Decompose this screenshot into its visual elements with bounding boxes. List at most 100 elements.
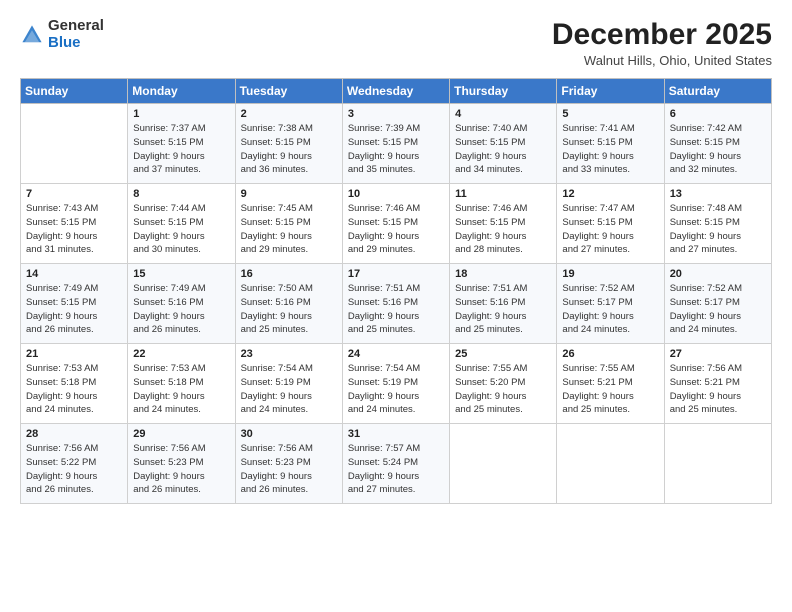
day-number: 21	[26, 348, 122, 360]
day-number: 30	[241, 428, 337, 440]
day-detail: Sunrise: 7:40 AMSunset: 5:15 PMDaylight:…	[455, 122, 551, 177]
calendar-cell: 9 Sunrise: 7:45 AMSunset: 5:15 PMDaylight…	[235, 184, 342, 264]
calendar-cell	[21, 104, 128, 184]
day-detail: Sunrise: 7:51 AMSunset: 5:16 PMDaylight:…	[455, 282, 551, 337]
calendar-cell: 1 Sunrise: 7:37 AMSunset: 5:15 PMDaylight…	[128, 104, 235, 184]
day-detail: Sunrise: 7:56 AMSunset: 5:23 PMDaylight:…	[133, 442, 229, 497]
calendar-cell: 30 Sunrise: 7:56 AMSunset: 5:23 PMDayligh…	[235, 424, 342, 504]
day-detail: Sunrise: 7:46 AMSunset: 5:15 PMDaylight:…	[455, 202, 551, 257]
calendar-page: General Blue December 2025 Walnut Hills,…	[0, 0, 792, 612]
logo: General Blue	[20, 18, 104, 51]
weekday-header-sunday: Sunday	[21, 79, 128, 104]
day-detail: Sunrise: 7:56 AMSunset: 5:21 PMDaylight:…	[670, 362, 766, 417]
day-number: 7	[26, 188, 122, 200]
day-detail: Sunrise: 7:42 AMSunset: 5:15 PMDaylight:…	[670, 122, 766, 177]
weekday-header-tuesday: Tuesday	[235, 79, 342, 104]
day-detail: Sunrise: 7:37 AMSunset: 5:15 PMDaylight:…	[133, 122, 229, 177]
day-detail: Sunrise: 7:56 AMSunset: 5:23 PMDaylight:…	[241, 442, 337, 497]
day-detail: Sunrise: 7:56 AMSunset: 5:22 PMDaylight:…	[26, 442, 122, 497]
day-number: 23	[241, 348, 337, 360]
day-detail: Sunrise: 7:50 AMSunset: 5:16 PMDaylight:…	[241, 282, 337, 337]
calendar-cell: 5Sunrise: 7:41 AMSunset: 5:15 PMDaylight…	[557, 104, 664, 184]
calendar-cell: 29Sunrise: 7:56 AMSunset: 5:23 PMDayligh…	[128, 424, 235, 504]
weekday-header-monday: Monday	[128, 79, 235, 104]
calendar-cell: 12Sunrise: 7:47 AMSunset: 5:15 PMDayligh…	[557, 184, 664, 264]
calendar-cell	[664, 424, 771, 504]
day-number: 2	[241, 108, 337, 120]
day-detail: Sunrise: 7:43 AMSunset: 5:15 PMDaylight:…	[26, 202, 122, 257]
day-detail: Sunrise: 7:57 AMSunset: 5:24 PMDaylight:…	[348, 442, 444, 497]
day-number: 22	[133, 348, 229, 360]
day-number: 13	[670, 188, 766, 200]
day-number: 9	[241, 188, 337, 200]
calendar-table: SundayMondayTuesdayWednesdayThursdayFrid…	[20, 78, 772, 504]
calendar-cell: 25Sunrise: 7:55 AMSunset: 5:20 PMDayligh…	[450, 344, 557, 424]
calendar-cell: 8 Sunrise: 7:44 AMSunset: 5:15 PMDaylight…	[128, 184, 235, 264]
day-detail: Sunrise: 7:39 AMSunset: 5:15 PMDaylight:…	[348, 122, 444, 177]
day-detail: Sunrise: 7:54 AMSunset: 5:19 PMDaylight:…	[241, 362, 337, 417]
day-number: 19	[562, 268, 658, 280]
calendar-cell: 23 Sunrise: 7:54 AMSunset: 5:19 PMDayligh…	[235, 344, 342, 424]
day-number: 20	[670, 268, 766, 280]
day-detail: Sunrise: 7:45 AMSunset: 5:15 PMDaylight:…	[241, 202, 337, 257]
day-detail: Sunrise: 7:44 AMSunset: 5:15 PMDaylight:…	[133, 202, 229, 257]
calendar-cell: 16Sunrise: 7:50 AMSunset: 5:16 PMDayligh…	[235, 264, 342, 344]
week-row-5: 28Sunrise: 7:56 AMSunset: 5:22 PMDayligh…	[21, 424, 772, 504]
week-row-4: 21 Sunrise: 7:53 AMSunset: 5:18 PMDayligh…	[21, 344, 772, 424]
calendar-cell: 10Sunrise: 7:46 AMSunset: 5:15 PMDayligh…	[342, 184, 449, 264]
location-subtitle: Walnut Hills, Ohio, United States	[552, 53, 772, 68]
day-detail: Sunrise: 7:48 AMSunset: 5:15 PMDaylight:…	[670, 202, 766, 257]
day-number: 26	[562, 348, 658, 360]
day-number: 18	[455, 268, 551, 280]
day-number: 14	[26, 268, 122, 280]
day-number: 11	[455, 188, 551, 200]
calendar-cell: 28Sunrise: 7:56 AMSunset: 5:22 PMDayligh…	[21, 424, 128, 504]
calendar-cell: 24 Sunrise: 7:54 AMSunset: 5:19 PMDayligh…	[342, 344, 449, 424]
day-detail: Sunrise: 7:49 AMSunset: 5:15 PMDaylight:…	[26, 282, 122, 337]
calendar-cell	[557, 424, 664, 504]
calendar-cell: 17Sunrise: 7:51 AMSunset: 5:16 PMDayligh…	[342, 264, 449, 344]
calendar-cell: 18 Sunrise: 7:51 AMSunset: 5:16 PMDayligh…	[450, 264, 557, 344]
week-row-2: 7 Sunrise: 7:43 AMSunset: 5:15 PMDaylight…	[21, 184, 772, 264]
day-detail: Sunrise: 7:51 AMSunset: 5:16 PMDaylight:…	[348, 282, 444, 337]
day-number: 8	[133, 188, 229, 200]
calendar-cell: 7 Sunrise: 7:43 AMSunset: 5:15 PMDaylight…	[21, 184, 128, 264]
logo-blue-text: Blue	[48, 34, 81, 51]
day-detail: Sunrise: 7:52 AMSunset: 5:17 PMDaylight:…	[562, 282, 658, 337]
day-number: 1	[133, 108, 229, 120]
month-title: December 2025	[552, 18, 772, 51]
day-number: 24	[348, 348, 444, 360]
weekday-header-thursday: Thursday	[450, 79, 557, 104]
weekday-header-row: SundayMondayTuesdayWednesdayThursdayFrid…	[21, 79, 772, 104]
calendar-cell: 14 Sunrise: 7:49 AMSunset: 5:15 PMDayligh…	[21, 264, 128, 344]
weekday-header-wednesday: Wednesday	[342, 79, 449, 104]
day-number: 12	[562, 188, 658, 200]
calendar-cell: 6 Sunrise: 7:42 AMSunset: 5:15 PMDaylight…	[664, 104, 771, 184]
calendar-cell: 13 Sunrise: 7:48 AMSunset: 5:15 PMDayligh…	[664, 184, 771, 264]
day-detail: Sunrise: 7:52 AMSunset: 5:17 PMDaylight:…	[670, 282, 766, 337]
day-detail: Sunrise: 7:41 AMSunset: 5:15 PMDaylight:…	[562, 122, 658, 177]
calendar-cell: 15Sunrise: 7:49 AMSunset: 5:16 PMDayligh…	[128, 264, 235, 344]
calendar-cell: 11 Sunrise: 7:46 AMSunset: 5:15 PMDayligh…	[450, 184, 557, 264]
day-detail: Sunrise: 7:53 AMSunset: 5:18 PMDaylight:…	[133, 362, 229, 417]
calendar-cell: 21 Sunrise: 7:53 AMSunset: 5:18 PMDayligh…	[21, 344, 128, 424]
week-row-1: 1 Sunrise: 7:37 AMSunset: 5:15 PMDaylight…	[21, 104, 772, 184]
calendar-cell: 20 Sunrise: 7:52 AMSunset: 5:17 PMDayligh…	[664, 264, 771, 344]
day-number: 6	[670, 108, 766, 120]
page-header: General Blue December 2025 Walnut Hills,…	[20, 18, 772, 68]
day-number: 31	[348, 428, 444, 440]
calendar-cell: 31 Sunrise: 7:57 AMSunset: 5:24 PMDayligh…	[342, 424, 449, 504]
calendar-cell: 27 Sunrise: 7:56 AMSunset: 5:21 PMDayligh…	[664, 344, 771, 424]
calendar-cell: 3Sunrise: 7:39 AMSunset: 5:15 PMDaylight…	[342, 104, 449, 184]
logo-icon	[20, 23, 44, 47]
day-detail: Sunrise: 7:54 AMSunset: 5:19 PMDaylight:…	[348, 362, 444, 417]
day-number: 27	[670, 348, 766, 360]
calendar-cell: 22 Sunrise: 7:53 AMSunset: 5:18 PMDayligh…	[128, 344, 235, 424]
day-detail: Sunrise: 7:53 AMSunset: 5:18 PMDaylight:…	[26, 362, 122, 417]
calendar-cell: 19 Sunrise: 7:52 AMSunset: 5:17 PMDayligh…	[557, 264, 664, 344]
calendar-cell: 4Sunrise: 7:40 AMSunset: 5:15 PMDaylight…	[450, 104, 557, 184]
calendar-cell: 2Sunrise: 7:38 AMSunset: 5:15 PMDaylight…	[235, 104, 342, 184]
day-detail: Sunrise: 7:55 AMSunset: 5:20 PMDaylight:…	[455, 362, 551, 417]
logo-general-text: General	[48, 17, 104, 34]
day-number: 10	[348, 188, 444, 200]
